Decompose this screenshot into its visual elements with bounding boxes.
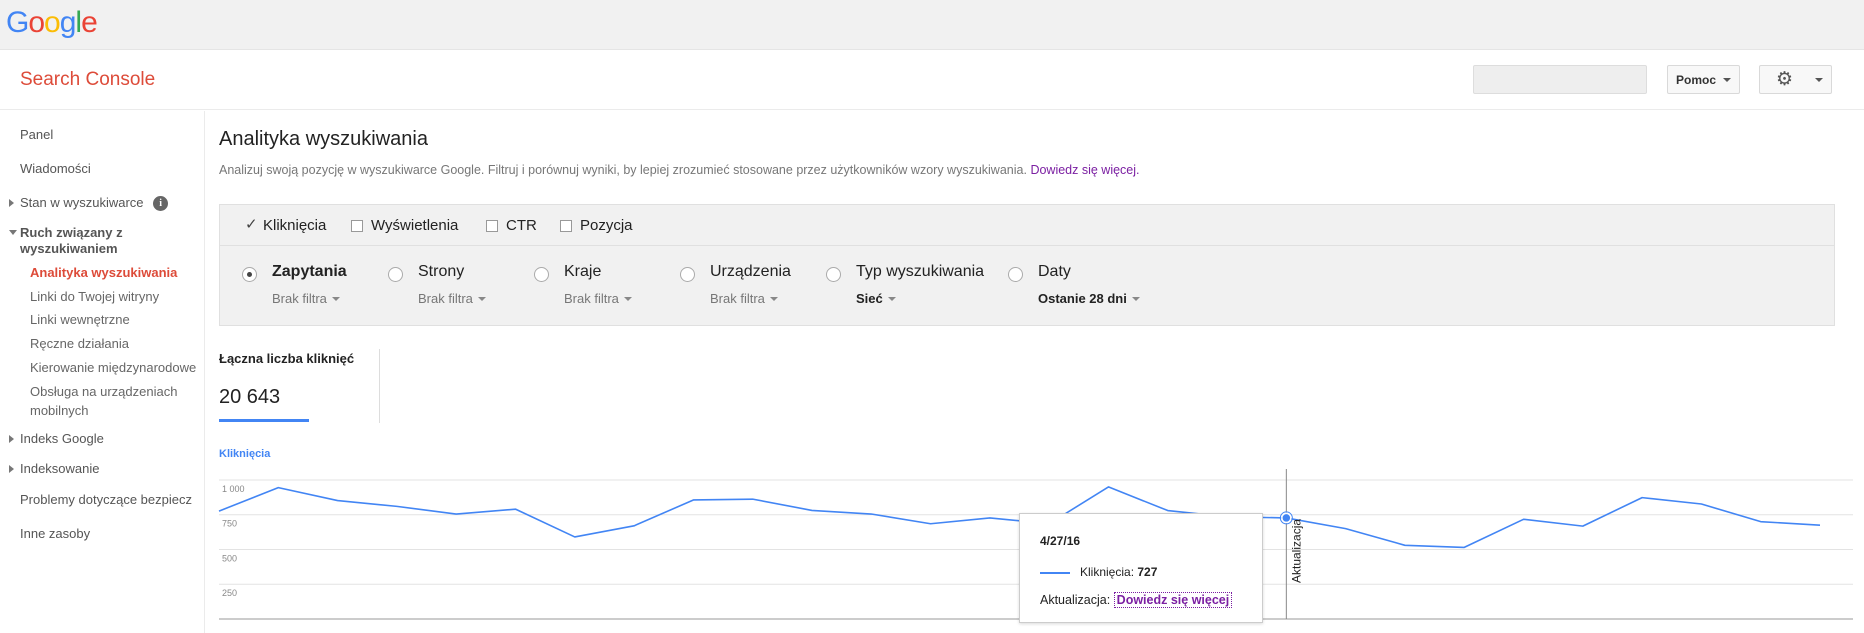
hover-point xyxy=(1281,512,1292,524)
y-tick-label: 1 000 xyxy=(222,484,245,494)
y-tick-label: 250 xyxy=(222,588,237,598)
y-tick-label: 750 xyxy=(222,519,237,529)
tooltip-annotation-label: Aktualizacja: xyxy=(1040,593,1111,607)
tooltip-annotation: Aktualizacja: Dowiedz się więcej xyxy=(1040,592,1233,608)
tooltip-learn-more-link[interactable]: Dowiedz się więcej xyxy=(1113,592,1233,608)
y-tick-label: 500 xyxy=(222,553,237,563)
tooltip-date: 4/27/16 xyxy=(1040,534,1081,548)
tooltip-series-swatch xyxy=(1040,572,1070,574)
chart-tooltip: 4/27/16 Kliknięcia: 727 Aktualizacja: Do… xyxy=(1019,513,1263,623)
annotation-label: Aktualizacja xyxy=(1289,519,1303,583)
tooltip-metric: Kliknięcia: 727 xyxy=(1080,565,1157,579)
tooltip-metric-value: 727 xyxy=(1137,565,1158,579)
tooltip-metric-label: Kliknięcia: xyxy=(1080,565,1135,579)
clicks-chart[interactable]: 1 000 750 500 250 Aktualizacja xyxy=(0,0,1864,633)
